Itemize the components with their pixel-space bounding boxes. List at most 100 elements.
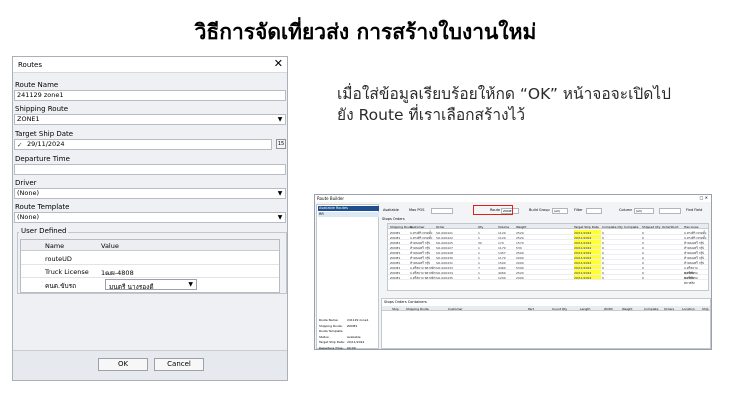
column-header[interactable]: Length: [580, 307, 590, 311]
build-group-select[interactable]: (all): [552, 208, 568, 214]
column-header[interactable]: Complete: [644, 307, 658, 311]
column-header[interactable]: Count Qty: [552, 307, 567, 311]
column-header[interactable]: Weight: [622, 307, 632, 311]
chevron-down-icon[interactable]: ▼: [276, 214, 284, 222]
close-icon[interactable]: ✕: [274, 58, 283, 70]
table-cell: ZONE1: [390, 235, 401, 240]
column-header[interactable]: Volume: [498, 225, 509, 229]
column-header[interactable]: Shipped Qty: [642, 225, 660, 229]
column-header[interactable]: Qty: [478, 225, 483, 229]
table-cell: 29/11/2024: [574, 235, 592, 240]
column-header[interactable]: Has Lines: [684, 225, 698, 229]
filter-select[interactable]: [586, 208, 602, 214]
toolbar-find-field[interactable]: Find Field: [686, 207, 702, 214]
table-cell: 1: [478, 255, 480, 260]
table-cell: ZONE1: [390, 245, 401, 250]
table-cell: 0: [602, 255, 604, 260]
column-header[interactable]: Shipping Route: [406, 307, 429, 311]
driver-name-select[interactable]: มนตรี นางรองดี ▼: [105, 279, 197, 291]
column-header-name: Name: [45, 242, 65, 250]
table-cell: 1200: [498, 275, 506, 280]
route-template-value: (None): [17, 213, 40, 221]
shipping-route-select[interactable]: ZONE1 ▼: [14, 114, 286, 125]
toolbar-filter: Filter: [574, 208, 583, 212]
table-cell: 0: [642, 260, 644, 265]
column-header[interactable]: Weight: [516, 225, 526, 229]
table-row[interactable]: ZONE1 บ.ศรีสยาม พลาสติก SO-000435 1 1200 2000…: [388, 275, 708, 285]
table-cell: 0: [602, 270, 604, 275]
table-cell: 0: [602, 275, 604, 280]
list-item[interactable]: RR: [318, 212, 379, 217]
chevron-down-icon[interactable]: ▼: [188, 281, 193, 288]
table-cell: 29/11/2024: [574, 265, 592, 270]
column-header[interactable]: Orders: [664, 307, 674, 311]
table-cell: 29/11/2024: [574, 250, 592, 255]
route-template-select[interactable]: (None) ▼: [14, 212, 286, 223]
ud-name: routeUD: [45, 255, 72, 263]
driver-select[interactable]: (None) ▼: [14, 188, 286, 199]
bottom-tabs[interactable]: Stops Orders Containers: [384, 300, 427, 304]
calendar-button[interactable]: 15: [276, 139, 286, 149]
column-header[interactable]: Stop: [392, 307, 399, 311]
table-cell: 0: [642, 255, 644, 260]
table-cell: 29/11/2024: [574, 230, 592, 235]
column-select[interactable]: (all): [634, 208, 654, 214]
chevron-down-icon[interactable]: ▼: [276, 116, 284, 124]
table-cell: 0: [642, 265, 644, 270]
route-builder-window: Route Builder □ ✕ Available Routes RR Ro…: [314, 194, 712, 350]
table-cell: SO-000431: [436, 260, 453, 265]
table-cell: ZONE1: [390, 255, 401, 260]
table-cell: 0: [642, 250, 644, 255]
table-row[interactable]: Truck License 1ฒผ-4808: [21, 265, 279, 278]
target-ship-date-field[interactable]: ✓ 29/11/2024: [14, 139, 272, 150]
column-header[interactable]: Target Ship Date: [574, 225, 599, 229]
table-cell: 0: [642, 235, 644, 240]
table-cell: 30: [478, 240, 482, 245]
column-header[interactable]: Complete: [624, 225, 638, 229]
instruction-text: เมื่อใส่ข้อมูลเรียบร้อยให้กด “OK” หน้าจอ…: [337, 84, 722, 126]
column-header[interactable]: Part: [528, 307, 534, 311]
target-ship-date-label: Target Ship Date: [15, 130, 74, 138]
column-header[interactable]: Ship: [702, 307, 709, 311]
departure-time-label: Departure Time: [15, 155, 70, 163]
max-pos-select[interactable]: [431, 208, 453, 214]
table-row[interactable]: คนต.ขับรถ มนตรี นางรองดี ▼: [21, 278, 279, 291]
column-header[interactable]: OrderShort: [662, 225, 679, 229]
route-name-field[interactable]: 241129 zone1: [14, 90, 286, 101]
table-cell: 2000: [516, 275, 524, 280]
column-header[interactable]: Customer: [448, 307, 463, 311]
route-name-value: 241129 zone1: [17, 91, 64, 99]
table-cell: 0: [602, 240, 604, 245]
table-cell: 1170: [498, 255, 506, 260]
column-header[interactable]: Width: [604, 307, 613, 311]
table-cell: 0: [642, 270, 644, 275]
column-header[interactable]: Order: [436, 225, 445, 229]
grid-tabs[interactable]: Stops Orders: [382, 217, 405, 221]
checkbox-check-icon[interactable]: ✓: [17, 141, 22, 150]
dialog-title: Routes: [18, 61, 42, 69]
window-titlebar: Route Builder □ ✕: [315, 195, 711, 202]
table-cell: 1170: [498, 245, 506, 250]
table-cell: 1120: [498, 235, 506, 240]
table-cell: 1570: [516, 240, 524, 245]
table-cell: 29/11/2024: [574, 245, 592, 250]
cancel-button[interactable]: Cancel: [154, 358, 204, 371]
find-input[interactable]: [659, 208, 681, 214]
routes-dialog: Routes ✕ Route Name 241129 zone1 Shippin…: [12, 56, 288, 381]
ud-name: คนต.ขับรถ: [45, 282, 77, 290]
column-header[interactable]: Location: [682, 307, 695, 311]
ok-button[interactable]: OK: [98, 358, 148, 371]
table-cell: ZONE1: [390, 260, 401, 265]
table-row[interactable]: routeUD: [21, 252, 279, 265]
table-cell: 1: [478, 250, 480, 255]
ud-value: 1ฒผ-4808: [101, 269, 134, 277]
chevron-down-icon[interactable]: ▼: [276, 190, 284, 198]
departure-time-field[interactable]: [14, 164, 286, 175]
column-header[interactable]: Customer: [410, 225, 425, 229]
column-header[interactable]: Complete Qty: [602, 225, 623, 229]
table-cell: 2000: [516, 255, 524, 260]
window-controls[interactable]: □ ✕: [700, 195, 708, 200]
toolbar-available[interactable]: Available: [383, 207, 399, 214]
info-key: Departure Time:: [319, 345, 344, 350]
table-cell: บ.ศรีสยาม พลาสติก: [684, 275, 698, 285]
